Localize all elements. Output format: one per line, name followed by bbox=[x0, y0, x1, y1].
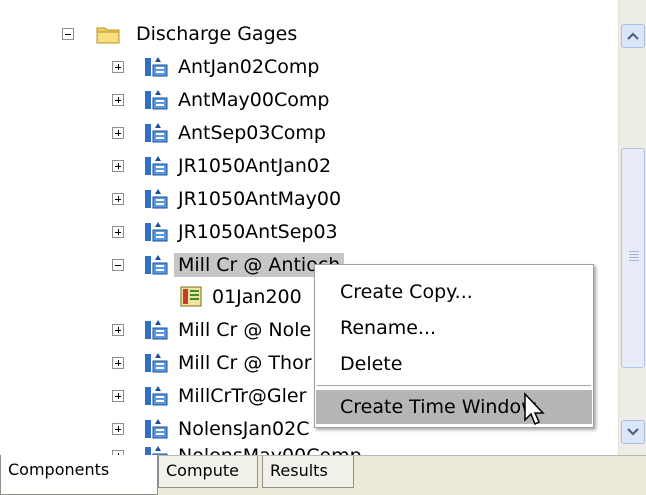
scroll-thumb[interactable] bbox=[621, 148, 645, 368]
tab-components[interactable]: Components bbox=[0, 455, 158, 495]
menu-item-rename[interactable]: Rename... bbox=[316, 311, 592, 345]
time-window-icon bbox=[180, 286, 202, 307]
gage-icon bbox=[145, 123, 168, 143]
menu-item-create-copy[interactable]: Create Copy... bbox=[316, 275, 592, 309]
menu-separator bbox=[317, 385, 591, 386]
grip-line bbox=[629, 257, 639, 258]
gage-icon bbox=[145, 255, 168, 275]
gage-icon bbox=[145, 156, 168, 176]
expand-icon[interactable] bbox=[112, 61, 124, 73]
tree-item-label: NolensJan02C bbox=[178, 418, 310, 440]
menu-item-create-time-window[interactable]: Create Time Window bbox=[316, 390, 592, 424]
tree-item-label: AntSep03Comp bbox=[178, 122, 326, 144]
chevron-up-icon bbox=[627, 32, 639, 40]
expand-icon[interactable] bbox=[112, 390, 124, 402]
expand-icon[interactable] bbox=[112, 423, 124, 435]
expand-icon[interactable] bbox=[112, 193, 124, 205]
menu-item-delete[interactable]: Delete bbox=[316, 347, 592, 381]
tab-compute[interactable]: Compute bbox=[158, 456, 258, 488]
tree-item-label: Mill Cr @ Nole bbox=[178, 319, 312, 341]
tree-node-label: Discharge Gages bbox=[136, 23, 298, 45]
gage-icon bbox=[145, 419, 168, 439]
expand-icon[interactable] bbox=[112, 127, 124, 139]
scroll-down-button[interactable] bbox=[621, 420, 645, 444]
gage-icon bbox=[145, 353, 168, 373]
collapse-icon[interactable] bbox=[62, 28, 74, 40]
tree-item-label: JR1050AntMay00 bbox=[178, 188, 342, 210]
collapse-icon[interactable] bbox=[112, 259, 124, 271]
mouse-cursor-icon bbox=[524, 392, 545, 426]
tree-item-label: JR1050AntSep03 bbox=[178, 221, 338, 243]
gage-icon bbox=[145, 57, 168, 77]
vertical-scrollbar[interactable] bbox=[618, 0, 646, 455]
expand-icon[interactable] bbox=[112, 160, 124, 172]
gage-icon bbox=[145, 320, 168, 340]
tree-item-label: 01Jan200 bbox=[212, 286, 302, 308]
expand-icon[interactable] bbox=[112, 94, 124, 106]
tree-item-label: MillCrTr@Gler bbox=[178, 385, 307, 407]
context-menu[interactable]: Create Copy... Rename... Delete Create T… bbox=[314, 264, 594, 428]
scroll-up-button[interactable] bbox=[621, 24, 645, 48]
folder-icon bbox=[96, 27, 120, 44]
tree-item-label: Mill Cr @ Thor bbox=[178, 352, 312, 374]
grip-line bbox=[629, 254, 639, 255]
expand-icon[interactable] bbox=[112, 357, 124, 369]
expand-icon[interactable] bbox=[112, 226, 124, 238]
tab-bar: Components Compute Results bbox=[0, 455, 646, 495]
tree-item-label: AntJan02Comp bbox=[178, 56, 320, 78]
tree-item-label: AntMay00Comp bbox=[178, 89, 330, 111]
gage-icon bbox=[145, 90, 168, 110]
gage-icon bbox=[145, 189, 168, 209]
tab-results[interactable]: Results bbox=[262, 456, 354, 488]
tree-item-label: JR1050AntJan02 bbox=[178, 155, 332, 177]
gage-icon bbox=[145, 222, 168, 242]
expand-icon[interactable] bbox=[112, 324, 124, 336]
gage-icon bbox=[145, 386, 168, 406]
chevron-down-icon bbox=[627, 428, 639, 436]
grip-line bbox=[629, 251, 639, 252]
tree-item-label: NolensMay00Comp bbox=[174, 444, 366, 455]
grip-line bbox=[629, 260, 639, 261]
gage-icon bbox=[145, 446, 168, 455]
